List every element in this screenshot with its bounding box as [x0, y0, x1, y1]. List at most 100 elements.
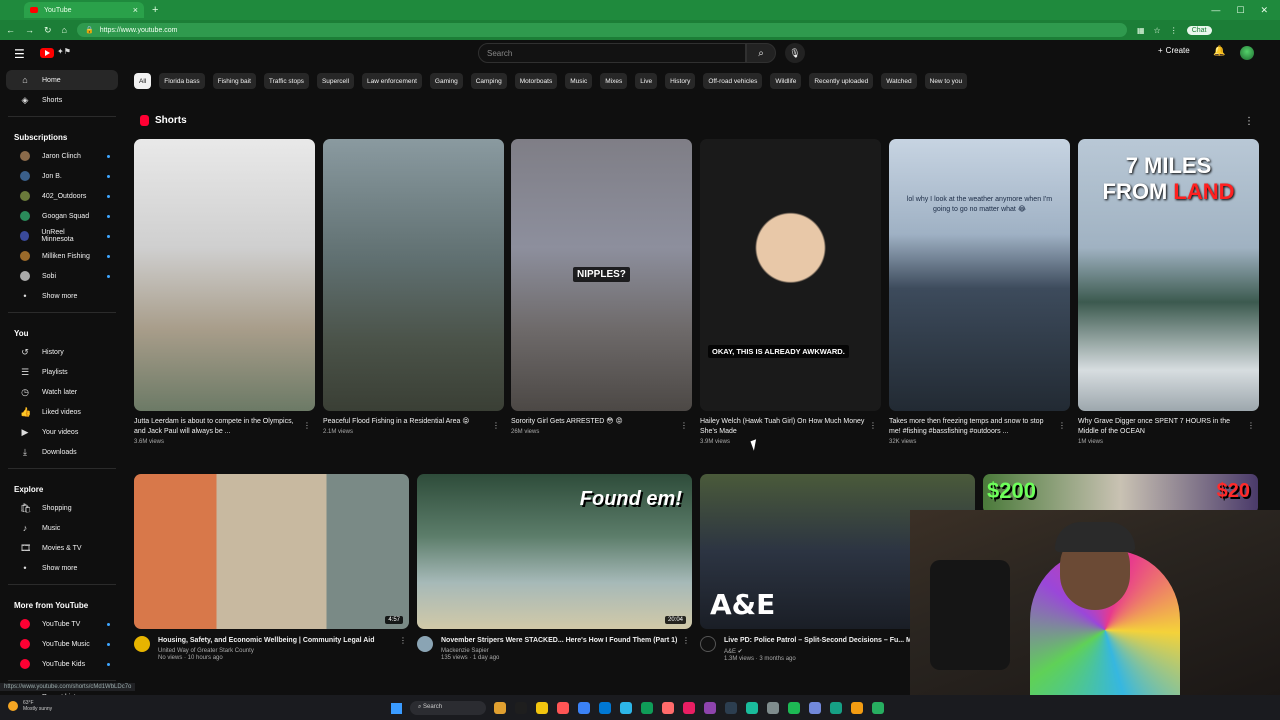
- taskbar-app-icon[interactable]: [578, 702, 590, 714]
- filter-chip[interactable]: Supercell: [316, 73, 355, 89]
- filter-chip[interactable]: Recently uploaded: [809, 73, 874, 89]
- subscriptions-heading[interactable]: Subscriptions: [0, 123, 124, 146]
- taskbar-app-icon[interactable]: [725, 702, 737, 714]
- reload-icon[interactable]: ↻: [44, 25, 52, 36]
- filter-chip[interactable]: Live: [635, 73, 658, 89]
- url-field[interactable]: 🔒 https://www.youtube.com: [76, 23, 1127, 37]
- taskbar-app-icon[interactable]: [683, 702, 695, 714]
- video-card[interactable]: Found em! 20:04 November Stripers Were S…: [417, 474, 692, 661]
- close-tab-icon[interactable]: ×: [133, 5, 138, 15]
- back-icon[interactable]: ←: [6, 25, 15, 35]
- filter-chip[interactable]: Mixes: [600, 73, 628, 89]
- taskbar-search[interactable]: ⌕ Search: [410, 701, 486, 715]
- hamburger-menu-icon[interactable]: ☰: [14, 47, 25, 61]
- search-input[interactable]: Search: [478, 43, 746, 63]
- sidebar-item[interactable]: Jaron Clinch: [6, 146, 118, 166]
- filter-chip[interactable]: Traffic stops: [263, 73, 309, 89]
- create-button[interactable]: + Create: [1158, 46, 1190, 55]
- video-thumbnail[interactable]: 4:57: [134, 474, 409, 629]
- taskbar-app-icon[interactable]: [767, 702, 779, 714]
- channel-name[interactable]: Mackenzie Sapier: [441, 648, 677, 654]
- new-tab-icon[interactable]: +: [152, 4, 158, 16]
- taskbar-app-icon[interactable]: [662, 702, 674, 714]
- short-menu-icon[interactable]: ⋮: [1058, 421, 1066, 430]
- channel-name[interactable]: United Way of Greater Stark County: [158, 648, 375, 654]
- taskbar-app-icon[interactable]: [851, 702, 863, 714]
- filter-chip[interactable]: Fishing bait: [212, 73, 256, 89]
- taskbar-app-icon[interactable]: [536, 702, 548, 714]
- video-thumbnail[interactable]: Found em! 20:04: [417, 474, 692, 629]
- video-thumbnail[interactable]: $200 $20: [983, 474, 1258, 514]
- video-card[interactable]: $200 $20: [983, 474, 1258, 514]
- short-card[interactable]: lol why I look at the weather anymore wh…: [889, 139, 1070, 445]
- voice-search-button[interactable]: 🎙: [785, 43, 805, 63]
- windows-start-icon[interactable]: [391, 703, 402, 714]
- shorts-shelf-menu-icon[interactable]: ⋮: [1244, 116, 1254, 127]
- short-card[interactable]: NIPPLES? Sorority Girl Gets ARRESTED 😳 😡…: [511, 139, 692, 435]
- taskbar-app-icon[interactable]: [746, 702, 758, 714]
- extension-icon[interactable]: ▦: [1137, 26, 1145, 35]
- short-title[interactable]: Peaceful Flood Fishing in a Residential …: [323, 417, 488, 427]
- sidebar-item[interactable]: Milliken Fishing: [6, 246, 118, 266]
- sidebar-item[interactable]: UnReel Minnesota: [6, 226, 118, 246]
- taskbar-app-icon[interactable]: [515, 702, 527, 714]
- short-title[interactable]: Why Grave Digger once SPENT 7 HOURS in t…: [1078, 417, 1243, 437]
- filter-chip[interactable]: Wildlife: [770, 73, 802, 89]
- short-card[interactable]: Peaceful Flood Fishing in a Residential …: [323, 139, 504, 435]
- video-card[interactable]: 4:57 Housing, Safety, and Economic Wellb…: [134, 474, 409, 661]
- sidebar-item[interactable]: ◈ Shorts: [6, 90, 118, 110]
- forward-icon[interactable]: →: [25, 25, 34, 35]
- home-browser-icon[interactable]: ⌂: [62, 25, 67, 35]
- filter-chip[interactable]: Gaming: [429, 73, 463, 89]
- channel-avatar[interactable]: [700, 636, 716, 652]
- short-thumbnail[interactable]: 7 MILES FROM LAND: [1078, 139, 1259, 411]
- sidebar-item[interactable]: ☰ Playlists: [6, 362, 118, 382]
- sidebar-item[interactable]: Googan Squad: [6, 206, 118, 226]
- account-avatar[interactable]: [1240, 46, 1254, 60]
- short-thumbnail[interactable]: OKAY, THIS IS ALREADY AWKWARD.: [700, 139, 881, 411]
- sidebar-item[interactable]: 👍 Liked videos: [6, 402, 118, 422]
- taskbar-app-icon[interactable]: [830, 702, 842, 714]
- browser-tab[interactable]: YouTube ×: [24, 2, 144, 18]
- filter-chip[interactable]: History: [665, 73, 696, 89]
- taskbar-app-icon[interactable]: [599, 702, 611, 714]
- taskbar-app-icon[interactable]: [788, 702, 800, 714]
- sidebar-item[interactable]: ♪ Music: [6, 518, 118, 538]
- filter-chip[interactable]: Law enforcement: [362, 73, 422, 89]
- sidebar-item[interactable]: 402_Outdoors: [6, 186, 118, 206]
- filter-chip[interactable]: Off-road vehicles: [703, 73, 763, 89]
- taskbar-app-icon[interactable]: [704, 702, 716, 714]
- minimize-icon[interactable]: —: [1211, 5, 1220, 16]
- short-title[interactable]: Hailey Welch (Hawk Tuah Girl) On How Muc…: [700, 417, 865, 437]
- sidebar-item[interactable]: • Show more: [6, 558, 118, 578]
- filter-chip[interactable]: Camping: [470, 73, 507, 89]
- weather-widget[interactable]: 63°F Mostly sunny: [8, 700, 52, 712]
- taskbar-app-icon[interactable]: [872, 702, 884, 714]
- taskbar-app-icon[interactable]: [809, 702, 821, 714]
- short-menu-icon[interactable]: ⋮: [680, 421, 688, 430]
- video-title[interactable]: Housing, Safety, and Economic Wellbeing …: [158, 636, 375, 646]
- sidebar-item[interactable]: 🎞 Movies & TV: [6, 538, 118, 558]
- short-title[interactable]: Sorority Girl Gets ARRESTED 😳 😡: [511, 417, 676, 427]
- taskbar-app-icon[interactable]: [620, 702, 632, 714]
- filter-chip[interactable]: Watched: [881, 73, 917, 89]
- sidebar-item[interactable]: ⤓ Downloads: [6, 442, 118, 462]
- channel-avatar[interactable]: [134, 636, 150, 652]
- search-button[interactable]: ⌕: [746, 43, 776, 63]
- short-card[interactable]: 7 MILES FROM LAND Why Grave Digger once …: [1078, 139, 1259, 445]
- short-title[interactable]: Takes more then freezing temps and snow …: [889, 417, 1054, 437]
- short-thumbnail[interactable]: NIPPLES?: [511, 139, 692, 411]
- sidebar-item[interactable]: YouTube Music: [6, 634, 118, 654]
- sidebar-item[interactable]: YouTube TV: [6, 614, 118, 634]
- channel-avatar[interactable]: [417, 636, 433, 652]
- short-title[interactable]: Jutta Leerdam is about to compete in the…: [134, 417, 299, 437]
- sidebar-item[interactable]: ◷ Watch later: [6, 382, 118, 402]
- short-thumbnail[interactable]: [134, 139, 315, 411]
- bookmark-icon[interactable]: ☆: [1154, 26, 1161, 35]
- sidebar-item[interactable]: ▶ Your videos: [6, 422, 118, 442]
- video-menu-icon[interactable]: ⋮: [682, 636, 690, 645]
- sidebar-item[interactable]: ⌂ Home: [6, 70, 118, 90]
- chat-button[interactable]: Chat: [1186, 25, 1212, 35]
- short-thumbnail[interactable]: [323, 139, 504, 411]
- sidebar-item[interactable]: • Show more: [6, 286, 118, 306]
